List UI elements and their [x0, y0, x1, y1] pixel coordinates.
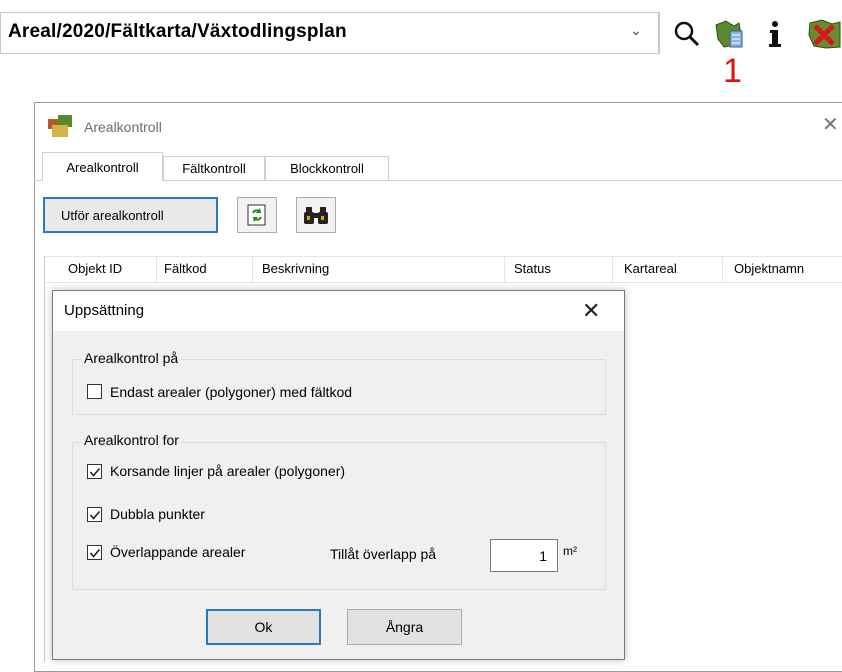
refresh-icon[interactable]: [237, 197, 277, 233]
column-header-objektnamn[interactable]: Objektnamn: [734, 261, 804, 276]
column-header-status[interactable]: Status: [514, 261, 551, 276]
overlapping-areas-checkbox[interactable]: [87, 545, 102, 560]
column-header-objekt-id[interactable]: Objekt ID: [68, 261, 122, 276]
column-separator: [504, 256, 505, 283]
chevron-down-icon[interactable]: ⌄: [630, 22, 642, 39]
window-title: Arealkontroll: [84, 119, 162, 135]
crossing-lines-label: Korsande linjer på arealer (polygoner): [110, 463, 346, 479]
run-area-check-button[interactable]: Utför arealkontroll: [43, 197, 218, 233]
group2-label: Arealkontrol for: [82, 432, 181, 448]
cancel-button[interactable]: Ångra: [347, 609, 462, 645]
column-header-beskrivning[interactable]: Beskrivning: [262, 261, 329, 276]
double-points-checkbox[interactable]: [87, 507, 102, 522]
app-icon: [46, 113, 76, 144]
overlap-unit: m²: [563, 544, 577, 558]
dialog-close-icon[interactable]: ✕: [582, 298, 600, 324]
list-left-border: [44, 256, 45, 662]
group1-label: Arealkontrol på: [82, 350, 181, 366]
info-icon[interactable]: [758, 16, 792, 52]
tab-faltkontroll[interactable]: Fältkontroll: [163, 156, 265, 180]
column-separator: [156, 256, 157, 283]
only-with-fieldcode-checkbox[interactable]: [87, 384, 102, 399]
only-with-fieldcode-label: Endast arealer (polygoner) med fältkod: [110, 384, 353, 400]
search-icon[interactable]: [670, 16, 704, 52]
column-header-faltkod[interactable]: Fältkod: [164, 261, 207, 276]
annotation-1: 1: [723, 52, 742, 90]
crossing-lines-checkbox[interactable]: [87, 464, 102, 479]
close-icon[interactable]: ✕: [822, 112, 839, 137]
binoculars-icon[interactable]: [296, 197, 336, 233]
dialog-title: Uppsättning: [64, 302, 145, 319]
column-separator: [612, 256, 613, 283]
overlapping-areas-label: Överlappande arealer: [110, 544, 246, 560]
toolbar-divider: [658, 12, 659, 54]
area-check-icon[interactable]: [712, 16, 746, 52]
allowed-overlap-label: Tillåt överlapp på: [330, 546, 437, 562]
layer-path-text: Areal/2020/Fältkarta/Växtodlingsplan: [8, 21, 347, 42]
ok-button[interactable]: Ok: [206, 609, 321, 645]
column-separator: [252, 256, 253, 283]
close-map-icon[interactable]: [806, 16, 842, 52]
tab-arealkontroll[interactable]: Arealkontroll: [42, 152, 163, 181]
tab-blockkontroll[interactable]: Blockkontroll: [265, 156, 389, 180]
column-header-kartareal[interactable]: Kartareal: [624, 261, 677, 276]
allowed-overlap-input[interactable]: 1: [490, 539, 558, 572]
column-separator: [722, 256, 723, 283]
double-points-label: Dubbla punkter: [110, 506, 205, 522]
